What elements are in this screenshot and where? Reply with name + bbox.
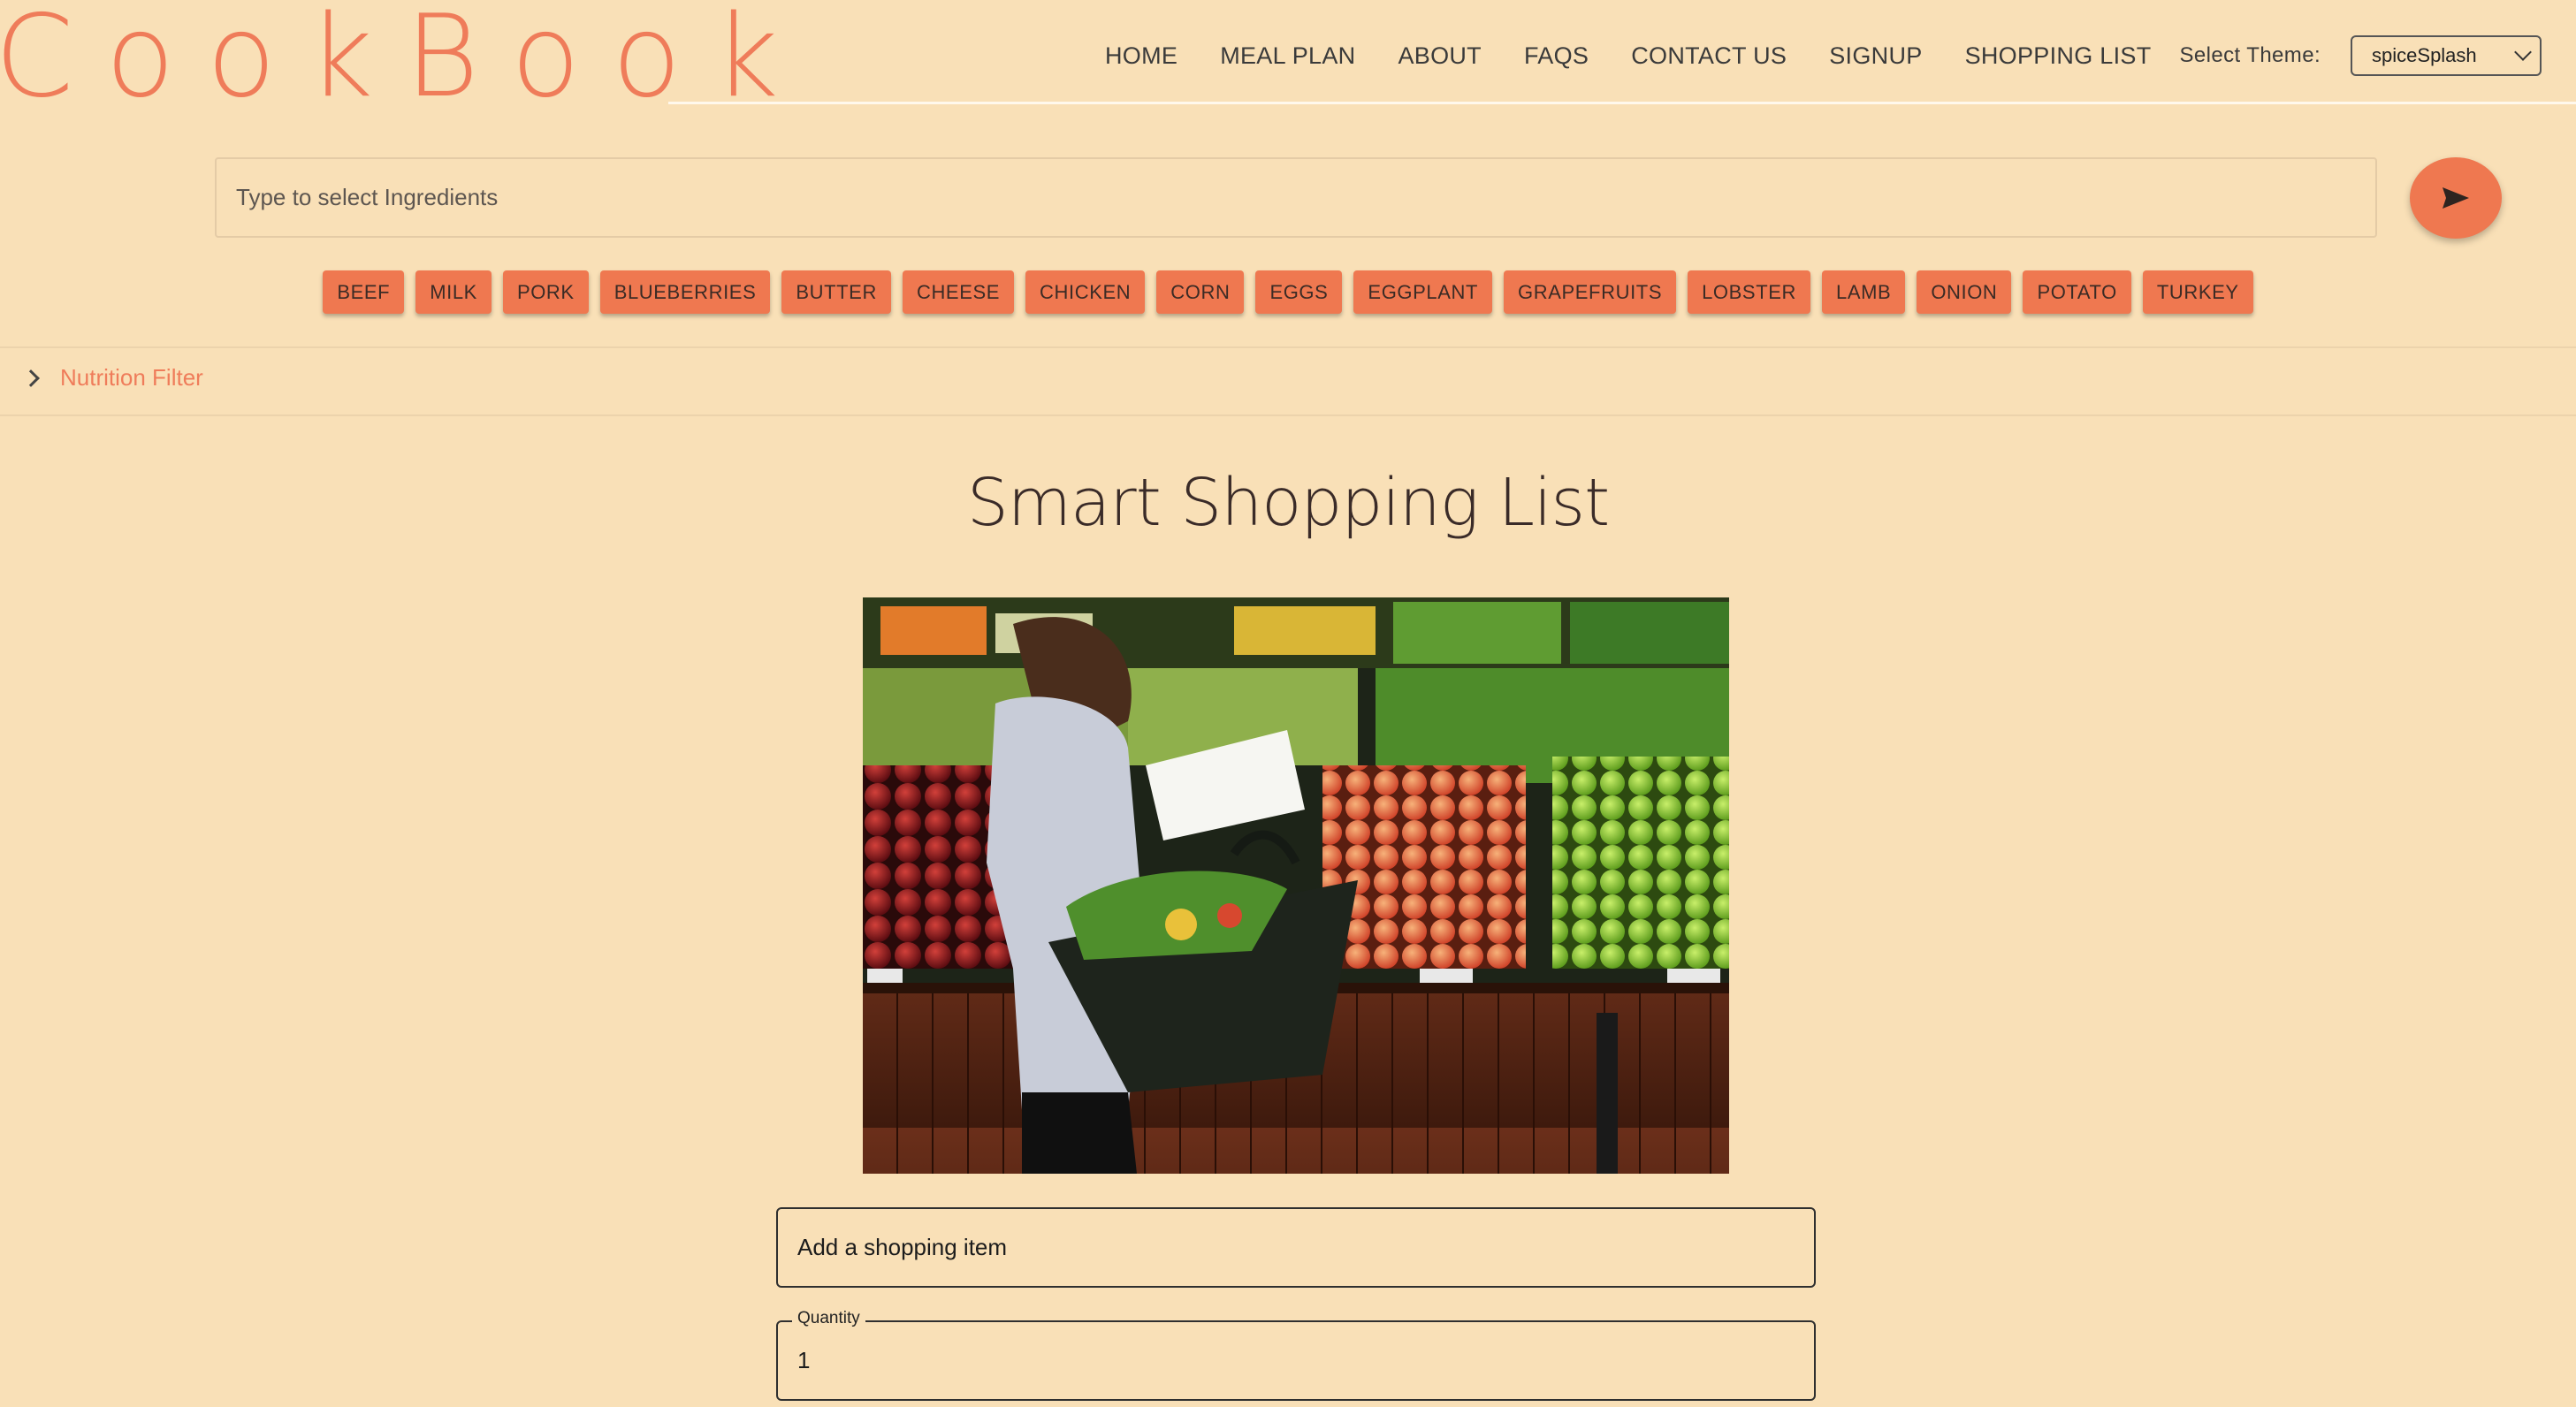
ingredient-chip-lamb[interactable]: LAMB <box>1822 270 1906 314</box>
nav-about[interactable]: ABOUT <box>1398 42 1482 70</box>
ingredient-chip-cheese[interactable]: CHEESE <box>902 270 1015 314</box>
nav-faqs[interactable]: FAQS <box>1524 42 1589 70</box>
shopping-item-input[interactable]: Add a shopping item <box>776 1207 1816 1288</box>
hero-image <box>863 597 1729 1174</box>
ingredient-chip-potato[interactable]: POTATO <box>2023 270 2131 314</box>
theme-select-value: spiceSplash <box>2372 44 2477 66</box>
nav-signup[interactable]: SIGNUP <box>1829 42 1922 70</box>
nutrition-filter-label: Nutrition Filter <box>60 364 203 391</box>
page-title: Smart Shopping List <box>966 465 1610 541</box>
theme-label: Select Theme: <box>2179 43 2321 67</box>
shopping-item-placeholder: Add a shopping item <box>797 1234 1008 1260</box>
ingredient-chip-eggs[interactable]: EGGS <box>1255 270 1343 314</box>
page: CookBook HOME MEAL PLAN ABOUT FAQS CONTA… <box>0 0 2576 1407</box>
ingredient-chip-grapefruits[interactable]: GRAPEFRUITS <box>1504 270 1677 314</box>
ingredient-search-input[interactable]: Type to select Ingredients <box>215 157 2377 238</box>
quantity-input[interactable]: 1 <box>776 1320 1816 1401</box>
nutrition-filter-toggle[interactable]: Nutrition Filter <box>21 364 203 392</box>
send-icon <box>2443 187 2469 209</box>
ingredient-chip-corn[interactable]: CORN <box>1156 270 1245 314</box>
nav-divider <box>668 102 2576 104</box>
ingredient-search-placeholder: Type to select Ingredients <box>236 184 499 210</box>
ingredient-chip-chicken[interactable]: CHICKEN <box>1025 270 1146 314</box>
chevron-down-icon <box>2514 43 2532 61</box>
nav-shopping-list[interactable]: SHOPPING LIST <box>1965 42 2152 70</box>
brand-logo[interactable]: CookBook <box>0 0 811 124</box>
chevron-right-icon <box>22 369 40 387</box>
ingredient-chip-lobster[interactable]: LOBSTER <box>1688 270 1810 314</box>
theme-select[interactable]: spiceSplash <box>2351 35 2542 76</box>
ingredient-chip-pork[interactable]: PORK <box>502 270 589 314</box>
main-nav: HOME MEAL PLAN ABOUT FAQS CONTACT US SIG… <box>1105 35 2542 76</box>
ingredient-chip-blueberries[interactable]: BLUEBERRIES <box>599 270 771 314</box>
ingredient-chip-onion[interactable]: ONION <box>1917 270 2012 314</box>
ingredient-chip-beef[interactable]: BEEF <box>323 270 405 314</box>
ingredient-chip-milk[interactable]: MILK <box>415 270 492 314</box>
nav-home[interactable]: HOME <box>1105 42 1177 70</box>
grocery-shopper-image <box>863 597 1729 1174</box>
search-send-button[interactable] <box>2410 157 2502 239</box>
nav-meal-plan[interactable]: MEAL PLAN <box>1220 42 1355 70</box>
nav-contact-us[interactable]: CONTACT US <box>1631 42 1787 70</box>
ingredient-chip-butter[interactable]: BUTTER <box>781 270 891 314</box>
quantity-value: 1 <box>797 1347 811 1373</box>
ingredient-chip-eggplant[interactable]: EGGPLANT <box>1353 270 1493 314</box>
quantity-label: Quantity <box>792 1309 865 1328</box>
divider <box>0 346 2576 348</box>
divider <box>0 414 2576 416</box>
ingredient-chips: BEEF MILK PORK BLUEBERRIES BUTTER CHEESE… <box>0 270 2576 314</box>
ingredient-chip-turkey[interactable]: TURKEY <box>2142 270 2253 314</box>
